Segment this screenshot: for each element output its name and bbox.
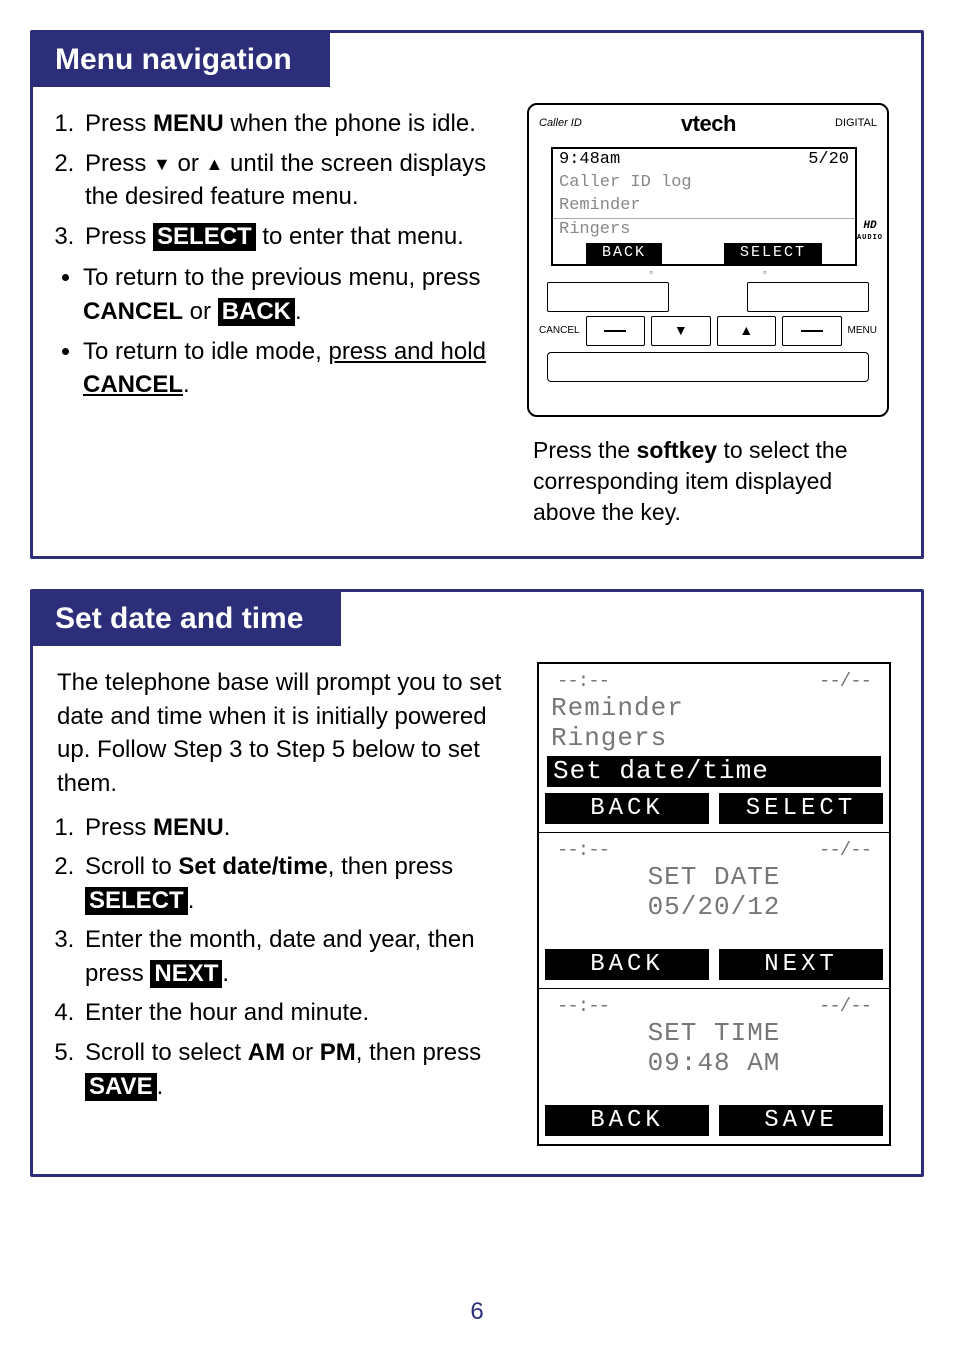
hd-audio-label: HDAUDIO xyxy=(857,221,883,243)
phone-illustration: Caller ID vtech DIGITAL 9:48am 5/20 Call… xyxy=(527,103,889,417)
down-icon: ▼ xyxy=(153,152,171,177)
screen-date: 5/20 xyxy=(808,149,849,172)
step-3: Press SELECT to enter that menu. xyxy=(81,220,513,254)
section1-text: Press MENU when the phone is idle. Press… xyxy=(57,103,513,410)
lcd-screen-2: --:-- --/-- SET DATE 05/20/12 BACK NEXT xyxy=(539,833,889,989)
section2-title: Set date and time xyxy=(33,592,321,646)
lcd1-selected: Set date/time xyxy=(547,756,881,787)
section-menu-navigation: Menu navigation Press MENU when the phon… xyxy=(30,30,924,559)
lcd-screen-3: --:-- --/-- SET TIME 09:48 AM BACK SAVE xyxy=(539,989,889,1144)
caller-id-label: Caller ID xyxy=(539,116,582,131)
lcd2-time-hint: --:-- xyxy=(557,839,609,861)
lcd2-soft-next: NEXT xyxy=(719,949,883,980)
dt-step-2: Scroll to Set date/time, then press SELE… xyxy=(81,850,523,917)
lcd3-soft-save: SAVE xyxy=(719,1105,883,1136)
dt-step-1: Press MENU. xyxy=(81,811,523,845)
menu-button xyxy=(782,316,842,346)
lcd2-line2: 05/20/12 xyxy=(539,893,889,923)
lcd3-date-hint: --/-- xyxy=(819,995,871,1017)
lcd-screens: --:-- --/-- Reminder Ringers Set date/ti… xyxy=(537,662,891,1146)
section1-title: Menu navigation xyxy=(33,33,310,87)
up-button: ▲ xyxy=(717,316,777,346)
softkey-back: BACK xyxy=(586,243,662,263)
lcd1-time-hint: --:-- xyxy=(557,670,609,692)
lcd3-line2: 09:48 AM xyxy=(539,1049,889,1079)
lcd2-line1: SET DATE xyxy=(539,863,889,893)
dt-step-4: Enter the hour and minute. xyxy=(81,996,523,1030)
lcd3-time-hint: --:-- xyxy=(557,995,609,1017)
step-2: Press ▼ or ▲ until the screen displays t… xyxy=(81,147,513,214)
page-number: 6 xyxy=(0,1298,954,1326)
led-dot: ◦ xyxy=(649,264,653,280)
dt-step-5: Scroll to select AM or PM, then press SA… xyxy=(81,1036,523,1103)
lcd1-date-hint: --/-- xyxy=(819,670,871,692)
screen-line-3: Ringers xyxy=(553,219,855,242)
led-dot: ◦ xyxy=(763,264,767,280)
softkey-left-btn xyxy=(547,282,669,312)
cancel-label: CANCEL xyxy=(539,324,580,338)
intro-paragraph: The telephone base will prompt you to se… xyxy=(57,666,523,800)
phone-screen: 9:48am 5/20 Caller ID log Reminder Ringe… xyxy=(551,147,857,266)
dt-step-3: Enter the month, date and year, then pre… xyxy=(81,923,523,990)
section-set-date-time: Set date and time The telephone base wil… xyxy=(30,589,924,1177)
step-1: Press MENU when the phone is idle. xyxy=(81,107,513,141)
digital-label: DIGITAL xyxy=(835,116,877,131)
screen-line-2: Reminder xyxy=(553,195,855,219)
bullet-1: To return to the previous menu, press CA… xyxy=(83,261,513,328)
cancel-button xyxy=(586,316,646,346)
brand-label: vtech xyxy=(681,109,736,139)
lcd3-line1: SET TIME xyxy=(539,1019,889,1049)
menu-label: MENU xyxy=(848,324,877,338)
screen-time: 9:48am xyxy=(559,149,620,172)
softkey-caption: Press the softkey to select the correspo… xyxy=(527,435,897,528)
lcd1-line2: Ringers xyxy=(539,724,889,754)
lcd2-soft-back: BACK xyxy=(545,949,709,980)
down-button: ▼ xyxy=(651,316,711,346)
lcd2-date-hint: --/-- xyxy=(819,839,871,861)
lcd1-soft-back: BACK xyxy=(545,793,709,824)
section2-text: The telephone base will prompt you to se… xyxy=(57,662,523,1111)
phone-slot xyxy=(547,352,869,382)
lcd3-soft-back: BACK xyxy=(545,1105,709,1136)
lcd1-line1: Reminder xyxy=(539,694,889,724)
screen-line-1: Caller ID log xyxy=(553,172,855,195)
lcd1-soft-select: SELECT xyxy=(719,793,883,824)
up-icon: ▲ xyxy=(206,152,224,177)
lcd-screen-1: --:-- --/-- Reminder Ringers Set date/ti… xyxy=(539,664,889,833)
bullet-2: To return to idle mode, press and hold C… xyxy=(83,335,513,402)
softkey-select: SELECT xyxy=(724,243,822,263)
softkey-right-btn xyxy=(747,282,869,312)
